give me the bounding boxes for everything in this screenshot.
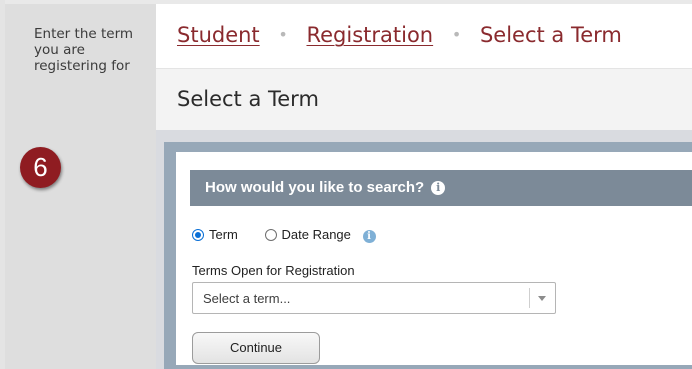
term-radio-label: Term xyxy=(209,227,238,242)
info-icon[interactable]: i xyxy=(431,181,446,195)
search-type-options: Term Date Range i xyxy=(192,227,376,245)
breadcrumb-bar: Student • Registration • Select a Term xyxy=(156,4,692,68)
breadcrumb-student-link[interactable]: Student xyxy=(177,23,260,47)
breadcrumb-current: Select a Term xyxy=(479,23,622,47)
terms-field-label: Terms Open for Registration xyxy=(192,263,355,278)
instruction-panel: Enter the term you are registering for 6 xyxy=(5,4,156,369)
step-number-badge: 6 xyxy=(20,147,61,188)
date-range-radio-label: Date Range xyxy=(281,227,351,242)
date-range-radio-option[interactable]: Date Range xyxy=(264,227,351,242)
info-icon[interactable]: i xyxy=(362,229,376,243)
search-panel-title-text: How would you like to search? xyxy=(205,179,425,196)
breadcrumb-separator: • xyxy=(451,25,462,44)
term-select-placeholder: Select a term... xyxy=(203,291,291,306)
breadcrumb-separator: • xyxy=(278,25,288,44)
chevron-down-icon[interactable] xyxy=(538,296,546,301)
date-range-radio[interactable] xyxy=(264,228,277,241)
search-panel-title: How would you like to search? i xyxy=(205,179,446,196)
tutorial-screenshot: Enter the term you are registering for 6… xyxy=(0,0,692,369)
instruction-text: Enter the term you are registering for xyxy=(34,26,134,74)
term-select-dropdown[interactable]: Select a term... xyxy=(192,282,556,314)
left-border xyxy=(0,0,5,369)
breadcrumb: Student • Registration • Select a Term xyxy=(177,23,622,47)
breadcrumb-registration-link[interactable]: Registration xyxy=(306,23,433,47)
select-divider xyxy=(529,288,530,308)
term-radio[interactable] xyxy=(192,228,204,241)
term-radio-option[interactable]: Term xyxy=(192,227,238,242)
continue-button[interactable]: Continue xyxy=(192,332,320,364)
title-bar: Select a Term xyxy=(156,68,692,130)
page-title: Select a Term xyxy=(177,87,319,111)
search-card: How would you like to search? i Term Date… xyxy=(176,152,692,365)
search-panel-header: How would you like to search? i xyxy=(190,170,692,206)
